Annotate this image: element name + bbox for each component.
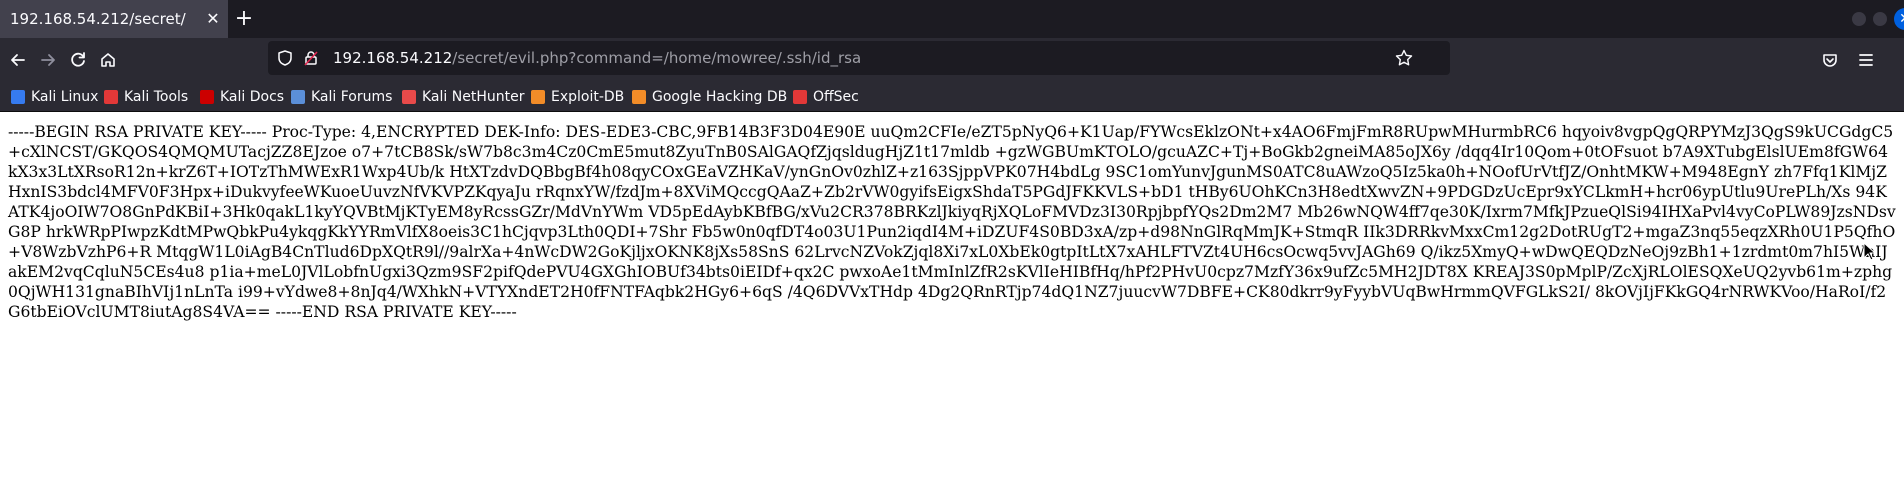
home-icon (101, 53, 115, 67)
bookmark-kali-nethunter[interactable]: Kali NetHunter (402, 87, 524, 107)
insecure-lock-icon[interactable] (302, 49, 320, 71)
window-close-button[interactable]: ✕ (1894, 8, 1904, 30)
bookmark-google-hacking-db[interactable]: Google Hacking DB (632, 87, 787, 107)
bookmarks-toolbar: Kali Linux Kali Tools Kali Docs Kali For… (0, 81, 1904, 112)
bookmark-label: Kali Linux (31, 89, 99, 105)
bookmark-kali-tools[interactable]: Kali Tools (104, 87, 188, 107)
url-bar[interactable]: 192.168.54.212/secret/evil.php?command=/… (268, 41, 1450, 75)
tab-strip: 192.168.54.212/secret/evil.php ✕ + ✕ (0, 0, 1904, 38)
kali-linux-icon (11, 90, 25, 104)
bookmark-label: OffSec (813, 89, 859, 105)
mouse-cursor-icon (1863, 242, 1877, 261)
bookmark-offsec[interactable]: OffSec (793, 87, 859, 107)
pocket-icon (1823, 54, 1837, 67)
bookmark-kali-forums[interactable]: Kali Forums (291, 87, 392, 107)
bookmark-star-icon[interactable] (1394, 48, 1414, 72)
kali-tools-icon (104, 90, 118, 104)
google-hacking-db-icon (632, 90, 646, 104)
tab-active[interactable]: 192.168.54.212/secret/evil.php ✕ (0, 0, 228, 38)
kali-forums-icon (291, 90, 305, 104)
hamburger-icon (1859, 54, 1873, 66)
bookmark-kali-docs[interactable]: Kali Docs (200, 87, 284, 107)
new-tab-button[interactable]: + (230, 5, 258, 33)
arrow-left-icon (11, 54, 25, 66)
kali-docs-icon (200, 90, 214, 104)
shield-icon[interactable] (276, 49, 294, 71)
reload-button[interactable] (64, 46, 92, 74)
url-text[interactable]: 192.168.54.212/secret/evil.php?command=/… (333, 41, 861, 75)
home-button[interactable] (94, 46, 122, 74)
kali-nethunter-icon (402, 90, 416, 104)
tab-title: 192.168.54.212/secret/evil.php (10, 10, 186, 28)
arrow-right-icon (41, 54, 55, 66)
offsec-icon (793, 90, 807, 104)
url-host: 192.168.54.212 (333, 49, 453, 67)
bookmark-exploit-db[interactable]: Exploit-DB (531, 87, 624, 107)
exploit-db-icon (531, 90, 545, 104)
minimize-button[interactable] (1852, 12, 1866, 26)
pocket-button[interactable] (1816, 46, 1844, 74)
url-path: /secret/evil.php?command=/home/mowree/.s… (452, 49, 862, 67)
bookmark-label: Kali Tools (124, 89, 189, 105)
forward-button[interactable] (34, 46, 62, 74)
reload-icon (71, 52, 85, 67)
menu-button[interactable] (1852, 46, 1880, 74)
back-button[interactable] (4, 46, 32, 74)
bookmark-label: Kali NetHunter (422, 89, 525, 105)
maximize-button[interactable] (1873, 12, 1887, 26)
bookmark-kali-linux[interactable]: Kali Linux (11, 87, 98, 107)
bookmark-label: Google Hacking DB (652, 89, 788, 105)
bookmark-label: Kali Docs (220, 89, 285, 105)
bookmark-label: Kali Forums (311, 89, 393, 105)
close-icon[interactable]: ✕ (202, 8, 224, 30)
page-content: -----BEGIN RSA PRIVATE KEY----- Proc-Typ… (8, 123, 1896, 321)
bookmark-label: Exploit-DB (551, 89, 625, 105)
